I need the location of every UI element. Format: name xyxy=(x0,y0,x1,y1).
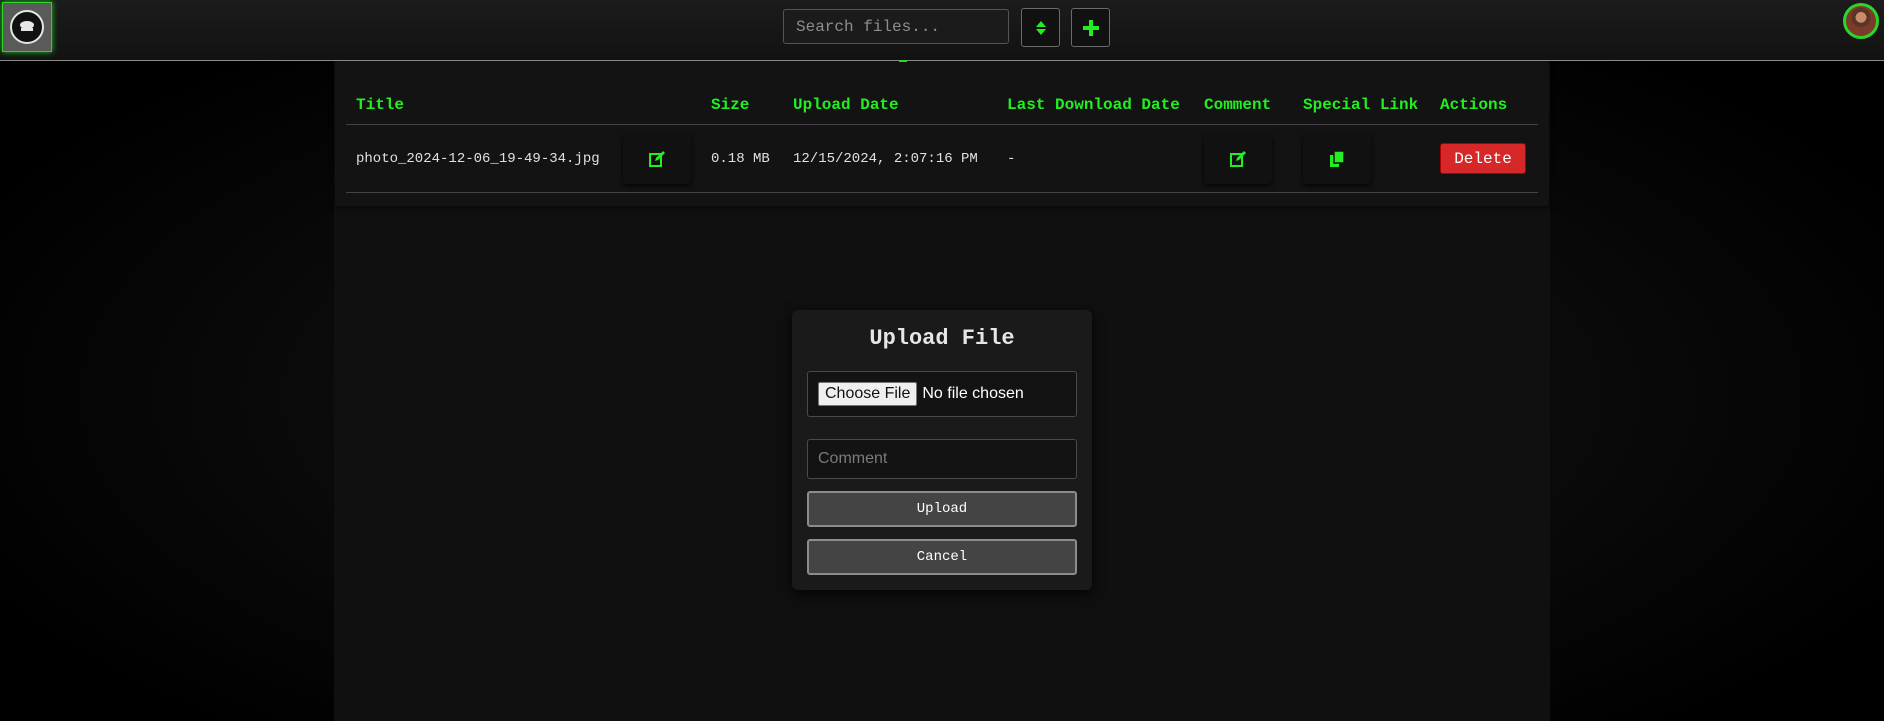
upload-button[interactable]: Upload xyxy=(807,491,1077,527)
edit-icon xyxy=(649,150,665,167)
logo-badge-icon xyxy=(10,10,44,44)
search-input[interactable] xyxy=(783,9,1009,44)
delete-button[interactable]: Delete xyxy=(1440,143,1526,174)
actions-cell: Delete xyxy=(1430,124,1538,193)
sort-button[interactable] xyxy=(1021,8,1060,47)
column-header-size: Size xyxy=(701,86,783,125)
column-header-special-link: Special Link xyxy=(1293,86,1430,125)
file-size: 0.18 MB xyxy=(701,124,783,193)
comment-input[interactable] xyxy=(807,439,1077,479)
file-last-download-date: - xyxy=(997,124,1194,193)
special-link-cell xyxy=(1293,124,1430,193)
user-avatar[interactable] xyxy=(1843,3,1879,39)
column-header-actions: Actions xyxy=(1430,86,1538,125)
edit-icon xyxy=(1230,150,1246,167)
table-header-row: Title Size Upload Date Last Download Dat… xyxy=(346,86,1538,125)
add-file-button[interactable] xyxy=(1071,8,1110,47)
comment-cell xyxy=(1194,124,1293,193)
header-indicator xyxy=(899,60,907,62)
upload-modal: Upload File Choose File No file chosen U… xyxy=(792,310,1092,590)
top-bar xyxy=(0,0,1884,61)
column-header-title: Title xyxy=(346,86,701,125)
choose-file-button[interactable]: Choose File xyxy=(818,382,918,406)
edit-title-button[interactable] xyxy=(623,133,691,184)
column-header-comment: Comment xyxy=(1194,86,1293,125)
file-input[interactable]: Choose File No file chosen xyxy=(807,371,1077,417)
edit-comment-button[interactable] xyxy=(1204,133,1272,184)
plus-icon xyxy=(1082,19,1099,36)
table-row: photo_2024-12-06_19-49-34.jpg 0.18 MB 12… xyxy=(346,124,1538,193)
cancel-button[interactable]: Cancel xyxy=(807,539,1077,575)
copy-link-button[interactable] xyxy=(1303,133,1371,184)
modal-title: Upload File xyxy=(869,326,1015,351)
file-status-text: No file chosen xyxy=(922,385,1024,402)
column-header-last-download-date: Last Download Date xyxy=(997,86,1194,125)
column-header-upload-date: Upload Date xyxy=(783,86,997,125)
copy-icon xyxy=(1330,150,1344,167)
file-upload-date: 12/15/2024, 2:07:16 PM xyxy=(783,124,997,193)
sort-icon xyxy=(1035,20,1046,35)
file-title-cell: photo_2024-12-06_19-49-34.jpg xyxy=(346,124,701,193)
app-logo[interactable] xyxy=(2,2,52,52)
files-table: Title Size Upload Date Last Download Dat… xyxy=(346,86,1538,193)
file-title: photo_2024-12-06_19-49-34.jpg xyxy=(356,150,600,167)
